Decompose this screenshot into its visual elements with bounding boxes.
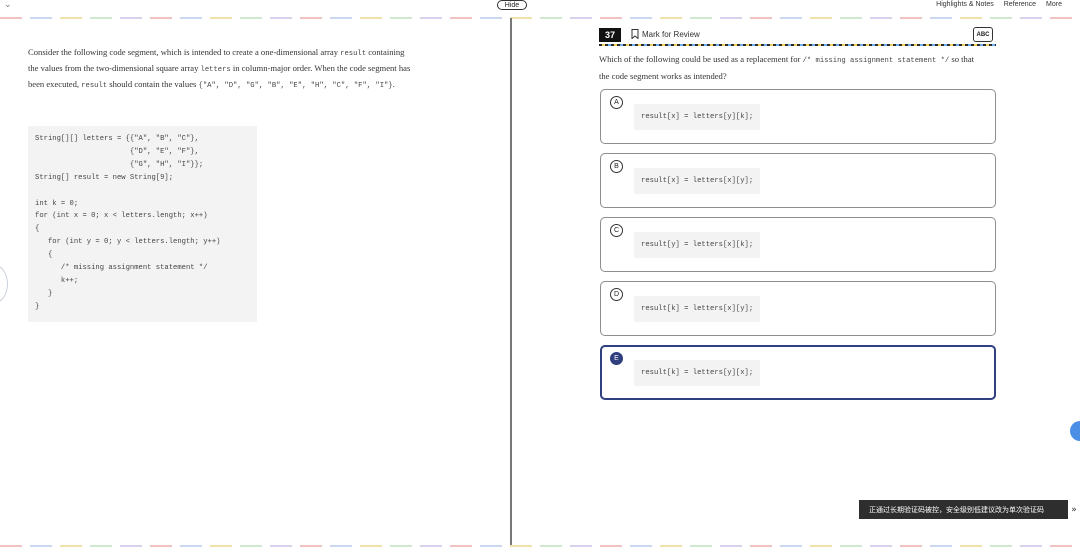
choice-code-d: result[k] = letters[x][y];: [634, 296, 761, 322]
code-segment: String[][] letters = {{"A", "B", "C"}, {…: [28, 126, 257, 322]
answer-eliminator-button[interactable]: ABC: [973, 27, 993, 42]
highlights-notes-button[interactable]: Highlights & Notes: [936, 0, 994, 9]
inline-code-result: result: [81, 82, 108, 90]
answer-choice-a[interactable]: A result[x] = letters[y][k];: [600, 89, 996, 144]
choice-letter-c: C: [610, 224, 623, 237]
question-text: Which of the following could be used as …: [599, 52, 979, 84]
inline-code-values: {"A", "D", "G", "B", "E", "H", "C", "F",…: [198, 82, 393, 90]
top-toolbar: ⌄ Hide Highlights & Notes Reference More: [0, 0, 1080, 18]
top-dashed-border: [0, 17, 1080, 19]
mark-for-review-label: Mark for Review: [642, 29, 700, 39]
answer-choice-d[interactable]: D result[k] = letters[x][y];: [600, 281, 996, 336]
choice-code-a: result[x] = letters[y][k];: [634, 104, 761, 130]
bottom-dashed-border: [0, 545, 1080, 547]
inline-code-result: result: [340, 50, 367, 58]
choice-letter-d: D: [610, 288, 623, 301]
reference-button[interactable]: Reference: [1004, 0, 1036, 9]
answer-choice-e[interactable]: E result[k] = letters[y][x];: [600, 345, 996, 400]
passage-text: Consider the following code segment, whi…: [28, 45, 413, 93]
passage-text-part: should contain the values: [109, 79, 197, 89]
tool-links: Highlights & Notes Reference More: [936, 0, 1062, 9]
choice-letter-e: E: [610, 352, 623, 365]
question-text-part: Which of the following could be used as …: [599, 54, 801, 64]
choice-code-c: result[y] = letters[x][k];: [634, 232, 761, 258]
chevron-down-icon[interactable]: ⌄: [4, 0, 12, 10]
question-number: 37: [599, 28, 621, 42]
security-toast: 正通过长期验证码被控，安全级别低建议改为单次验证码: [859, 500, 1068, 519]
choice-letter-b: B: [610, 160, 623, 173]
passage-text-part: .: [392, 79, 395, 89]
choice-code-b: result[x] = letters[x][y];: [634, 168, 761, 194]
double-chevron-right-icon[interactable]: »: [1068, 500, 1080, 519]
answer-choice-b[interactable]: B result[x] = letters[x][y];: [600, 153, 996, 208]
left-edge-handle[interactable]: [0, 264, 8, 304]
bookmark-icon: [631, 29, 639, 39]
pane-divider[interactable]: [510, 18, 512, 545]
inline-code-letters: letters: [200, 66, 231, 74]
question-header-separator: [599, 44, 996, 46]
hide-button[interactable]: Hide: [497, 0, 527, 10]
choice-code-e: result[k] = letters[y][x];: [634, 360, 761, 386]
inline-code-missing-statement: /* missing assignment statement */: [802, 57, 950, 65]
floating-helper-icon[interactable]: [1070, 421, 1080, 441]
mark-for-review-button[interactable]: Mark for Review: [631, 29, 700, 39]
passage-text-part: Consider the following code segment, whi…: [28, 47, 338, 57]
more-button[interactable]: More: [1046, 0, 1062, 9]
answer-choice-c[interactable]: C result[y] = letters[x][k];: [600, 217, 996, 272]
choice-letter-a: A: [610, 96, 623, 109]
